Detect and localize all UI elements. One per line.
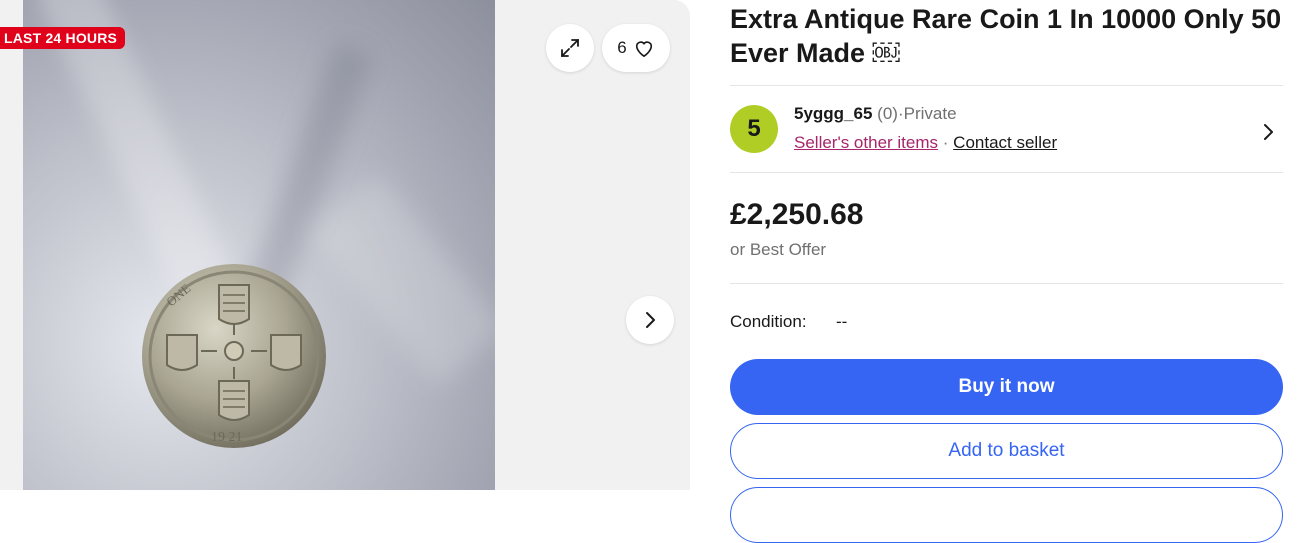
divider <box>730 85 1283 86</box>
watch-button[interactable]: 6 <box>602 24 670 72</box>
heart-icon <box>635 41 652 58</box>
make-offer-button[interactable] <box>730 487 1283 543</box>
expand-button[interactable] <box>546 24 594 72</box>
separator: · <box>942 133 949 152</box>
next-image-button[interactable] <box>626 296 674 344</box>
sellers-other-items-link[interactable]: Seller's other items <box>794 133 938 152</box>
chevron-right-icon <box>646 312 655 328</box>
seller-links: Seller's other items · Contact seller <box>794 133 1057 153</box>
seller-name[interactable]: 5yggg_65 <box>794 104 872 123</box>
divider <box>730 283 1283 284</box>
main-listing-photo[interactable]: ONE 19 21 <box>23 0 495 490</box>
image-gallery: ONE 19 21 LAST 24 HOURS 6 <box>0 0 690 490</box>
seller-chevron-right-icon[interactable] <box>1258 122 1278 142</box>
divider <box>730 172 1283 173</box>
seller-feedback: (0) <box>877 104 898 123</box>
expand-icon <box>561 39 579 57</box>
condition-value: -- <box>836 312 848 331</box>
coin-image: ONE 19 21 <box>142 264 326 448</box>
seller-type: Private <box>903 104 957 123</box>
last-24-hours-badge: LAST 24 HOURS <box>0 27 126 49</box>
fabric-highlight <box>309 174 495 386</box>
condition-label: Condition: <box>730 312 807 331</box>
listing-title: Extra Antique Rare Coin 1 In 10000 Only … <box>730 4 1282 68</box>
price: £2,250.68 <box>730 198 864 231</box>
add-to-basket-button[interactable]: Add to basket <box>730 423 1283 479</box>
watch-count: 6 <box>617 38 627 57</box>
seller-avatar[interactable]: 5 <box>730 105 778 153</box>
seller-info: 5yggg_65 (0)·Private <box>794 104 957 124</box>
best-offer-text: or Best Offer <box>730 240 827 259</box>
contact-seller-link[interactable]: Contact seller <box>953 133 1057 152</box>
svg-text:19 21: 19 21 <box>211 430 243 445</box>
buy-it-now-button[interactable]: Buy it now <box>730 359 1283 415</box>
